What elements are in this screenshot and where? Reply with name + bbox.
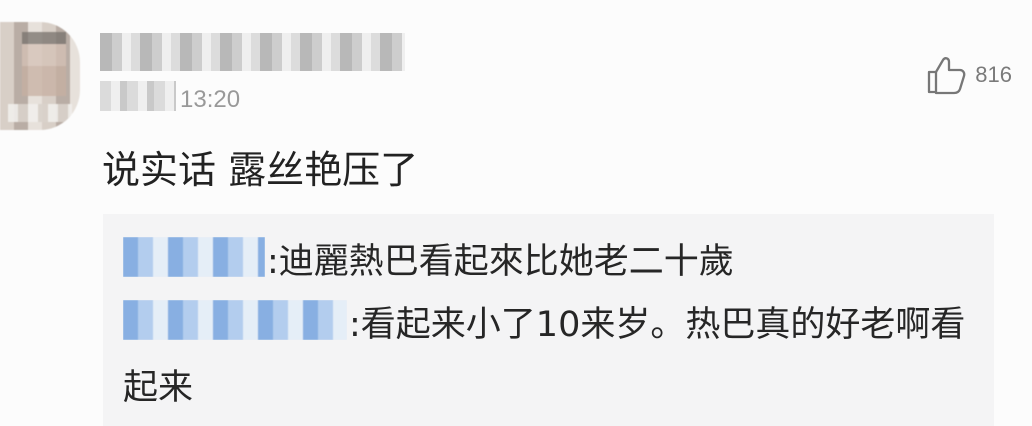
username-redacted[interactable] [100,33,405,71]
avatar[interactable] [0,22,80,130]
reply-separator: : [349,305,361,345]
reply-item[interactable]: :迪麗熱巴看起來比她老二十歲 [123,234,734,290]
thumbs-up-icon[interactable] [925,54,967,96]
reply-preview[interactable]: :迪麗熱巴看起來比她老二十歲 :看起来小了10来岁。热巴真的好老啊看 起来 [103,214,994,426]
like-count: 816 [975,62,1012,87]
comment-time: 13:20 [180,86,241,113]
reply-author-redacted[interactable] [123,237,265,277]
time-prefix-redacted [100,81,176,111]
like-button[interactable]: 816 [925,54,1012,96]
reply-text-line-1: 看起来小了10来岁。热巴真的好老啊看 [360,305,966,345]
reply-item[interactable]: :看起来小了10来岁。热巴真的好老啊看 [123,297,965,353]
comment-body: 说实话 露丝艳压了 [102,148,419,192]
reply-author-redacted[interactable] [123,300,347,340]
reply-text-line-2: 起来 [123,368,194,408]
reply-separator: : [267,242,279,282]
comment-card: 13:20 816 说实话 露丝艳压了 :迪麗熱巴看起來比她老二十歲 :看起来小… [0,0,1032,426]
reply-continuation: 起来 [123,360,193,416]
reply-text: 迪麗熱巴看起來比她老二十歲 [278,242,734,282]
